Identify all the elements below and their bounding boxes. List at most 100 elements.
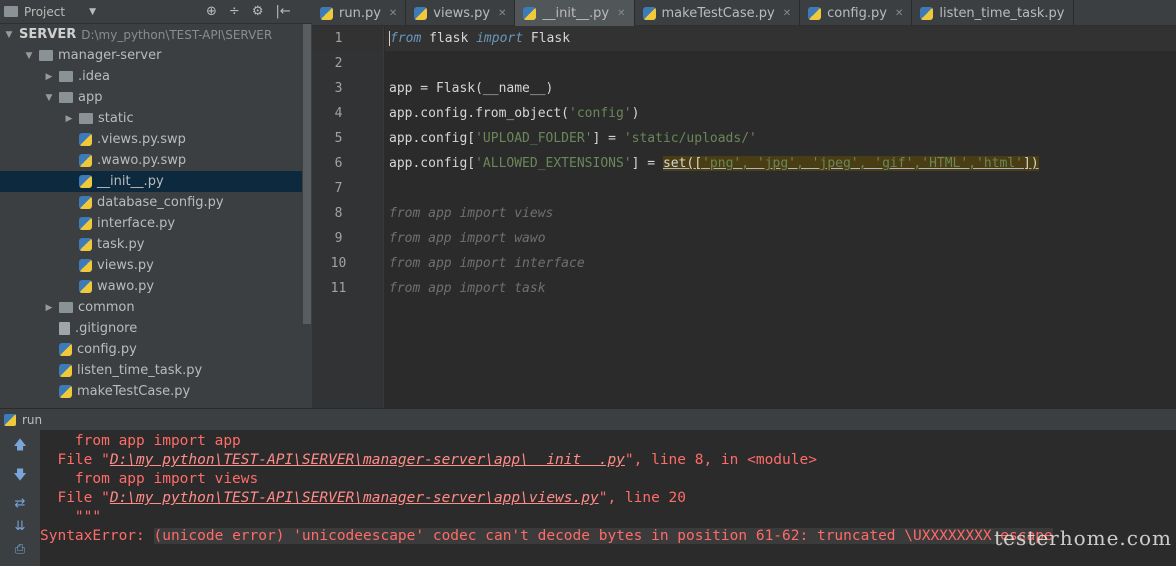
error-prefix: SyntaxError:	[40, 528, 154, 544]
tab-label: makeTestCase.py	[661, 5, 775, 21]
code-line-1[interactable]: from flask import Flask	[385, 26, 1176, 51]
chevron-down-icon[interactable]: ▼	[24, 51, 34, 61]
scroll-to-end-icon[interactable]: ⇊	[15, 519, 26, 534]
code-line-8[interactable]: from app import views	[385, 201, 1176, 226]
module-name: flask	[421, 31, 477, 46]
code-text: set([	[662, 156, 703, 171]
python-file-icon	[79, 133, 92, 146]
project-view-selector[interactable]: Project ▼	[0, 5, 150, 19]
line-number: 7	[334, 181, 343, 196]
close-icon[interactable]: ✕	[498, 8, 506, 19]
code-line-4[interactable]: app.config.from_object('config')	[385, 101, 1176, 126]
editor-tabs: run.py ✕ views.py ✕ __init__.py ✕ makeTestC…	[312, 0, 1176, 26]
code-line-5[interactable]: app.config['UPLOAD_FOLDER'] = 'static/up…	[385, 126, 1176, 151]
keyword-import: import	[476, 31, 524, 46]
tree-item[interactable]: views.py	[0, 255, 302, 276]
tree-item[interactable]: ▼ manager-server	[0, 45, 302, 66]
project-title: Project	[24, 4, 66, 19]
tree-item[interactable]: ▶ static	[0, 108, 302, 129]
code-editor[interactable]: from flask import Flask app = Flask(__na…	[385, 26, 1176, 408]
tree-item[interactable]: .wawo.py.swp	[0, 150, 302, 171]
tab-maketestcase-py[interactable]: makeTestCase.py ✕	[635, 0, 801, 26]
code-line-7[interactable]	[385, 176, 1176, 201]
close-icon[interactable]: ✕	[895, 8, 903, 19]
folder-icon	[79, 113, 93, 124]
tree-item[interactable]: .gitignore	[0, 318, 302, 339]
project-folder-icon	[4, 6, 18, 17]
print-icon[interactable]: ⎙	[15, 542, 25, 557]
arrow-down-icon[interactable]: 🡇	[13, 466, 26, 488]
file-icon	[59, 322, 70, 335]
tree-item-label: task.py	[97, 237, 145, 252]
file-link[interactable]: D:\my python\TEST-API\SERVER\manager-ser…	[110, 452, 625, 468]
python-file-icon	[808, 6, 822, 20]
tab-views-py[interactable]: views.py ✕	[406, 0, 516, 26]
tree-root[interactable]: ▼ SERVER D:\my_python\TEST-API\SERVER	[0, 24, 302, 45]
console-text: File "	[40, 452, 110, 468]
folder-icon	[59, 92, 73, 103]
code-line-2[interactable]	[385, 51, 1176, 76]
tree-item[interactable]: ▶ common	[0, 297, 302, 318]
file-link[interactable]: D:\my python\TEST-API\SERVER\manager-ser…	[110, 490, 599, 506]
run-panel-header: run	[0, 408, 1176, 430]
tree-item[interactable]: ▼ app	[0, 87, 302, 108]
line-number-gutter: 1 2 3 4 5 6 7 8 9 10 11	[312, 26, 384, 408]
tree-item[interactable]: .views.py.swp	[0, 129, 302, 150]
python-file-icon	[920, 6, 934, 20]
root-name: SERVER	[19, 27, 77, 42]
tree-item[interactable]: interface.py	[0, 213, 302, 234]
string-literal: 'config'	[569, 106, 632, 121]
code-line-3[interactable]: app = Flask(__name__)	[385, 76, 1176, 101]
console-text: ", line 20	[598, 490, 687, 506]
close-icon[interactable]: ✕	[617, 8, 625, 19]
root-path: D:\my_python\TEST-API\SERVER	[81, 27, 273, 42]
error-message: (unicode error) 'unicodeescape' codec ca…	[153, 528, 1053, 544]
project-tree: ▼ SERVER D:\my_python\TEST-API\SERVER ▼ m…	[0, 24, 302, 408]
chevron-down-icon[interactable]: ▼	[89, 7, 96, 17]
tab-config-py[interactable]: config.py ✕	[800, 0, 913, 26]
tree-item[interactable]: wawo.py	[0, 276, 302, 297]
code-line-11[interactable]: from app import task	[385, 276, 1176, 301]
gear-icon[interactable]: ⚙	[252, 4, 264, 19]
hide-panel-icon[interactable]: |←	[275, 4, 290, 19]
tab-label: views.py	[433, 5, 491, 21]
chevron-right-icon[interactable]: ▶	[44, 303, 54, 313]
tree-item[interactable]: task.py	[0, 234, 302, 255]
line-number: 8	[334, 206, 343, 221]
close-icon[interactable]: ✕	[389, 8, 397, 19]
scroll-from-source-icon[interactable]: ⊕	[206, 4, 217, 19]
tab-run-py[interactable]: run.py ✕	[312, 0, 407, 26]
tree-item[interactable]: makeTestCase.py	[0, 381, 302, 402]
console-text: ", line 8, in <module>	[624, 452, 817, 468]
close-icon[interactable]: ✕	[783, 8, 791, 19]
code-text: app.config[	[389, 156, 476, 171]
chevron-right-icon[interactable]: ▶	[44, 72, 54, 82]
line-number: 9	[334, 231, 343, 246]
python-file-icon	[79, 175, 92, 188]
code-line-10[interactable]: from app import interface	[385, 251, 1176, 276]
chevron-down-icon[interactable]: ▼	[44, 93, 54, 103]
scrollbar-thumb[interactable]	[303, 24, 311, 324]
tree-item[interactable]: __init__.py	[0, 171, 302, 192]
tree-item[interactable]: ▶ .idea	[0, 66, 302, 87]
code-line-9[interactable]: from app import wawo	[385, 226, 1176, 251]
collapse-all-icon[interactable]: ÷	[229, 4, 240, 19]
soft-wrap-icon[interactable]: ⇄	[15, 496, 26, 511]
folder-icon	[39, 50, 53, 61]
tab-label: listen_time_task.py	[939, 5, 1065, 21]
tree-scrollbar[interactable]	[302, 24, 312, 408]
console-line: from app import views	[40, 471, 259, 487]
tab-listen-time-task-py[interactable]: listen_time_task.py	[912, 0, 1074, 26]
arrow-up-icon[interactable]: 🡅	[13, 436, 26, 458]
python-file-icon	[79, 154, 92, 167]
code-line-6[interactable]: app.config['ALLOWED_EXTENSIONS'] = set([…	[385, 151, 1176, 176]
tree-item[interactable]: database_config.py	[0, 192, 302, 213]
tree-item[interactable]: listen_time_task.py	[0, 360, 302, 381]
tree-item-label: .wawo.py.swp	[97, 153, 187, 168]
chevron-down-icon[interactable]: ▼	[4, 30, 14, 40]
line-number: 3	[334, 81, 343, 96]
tab-init-py[interactable]: __init__.py ✕	[515, 0, 635, 26]
run-label[interactable]: run	[22, 413, 42, 427]
chevron-right-icon[interactable]: ▶	[64, 114, 74, 124]
tree-item[interactable]: config.py	[0, 339, 302, 360]
